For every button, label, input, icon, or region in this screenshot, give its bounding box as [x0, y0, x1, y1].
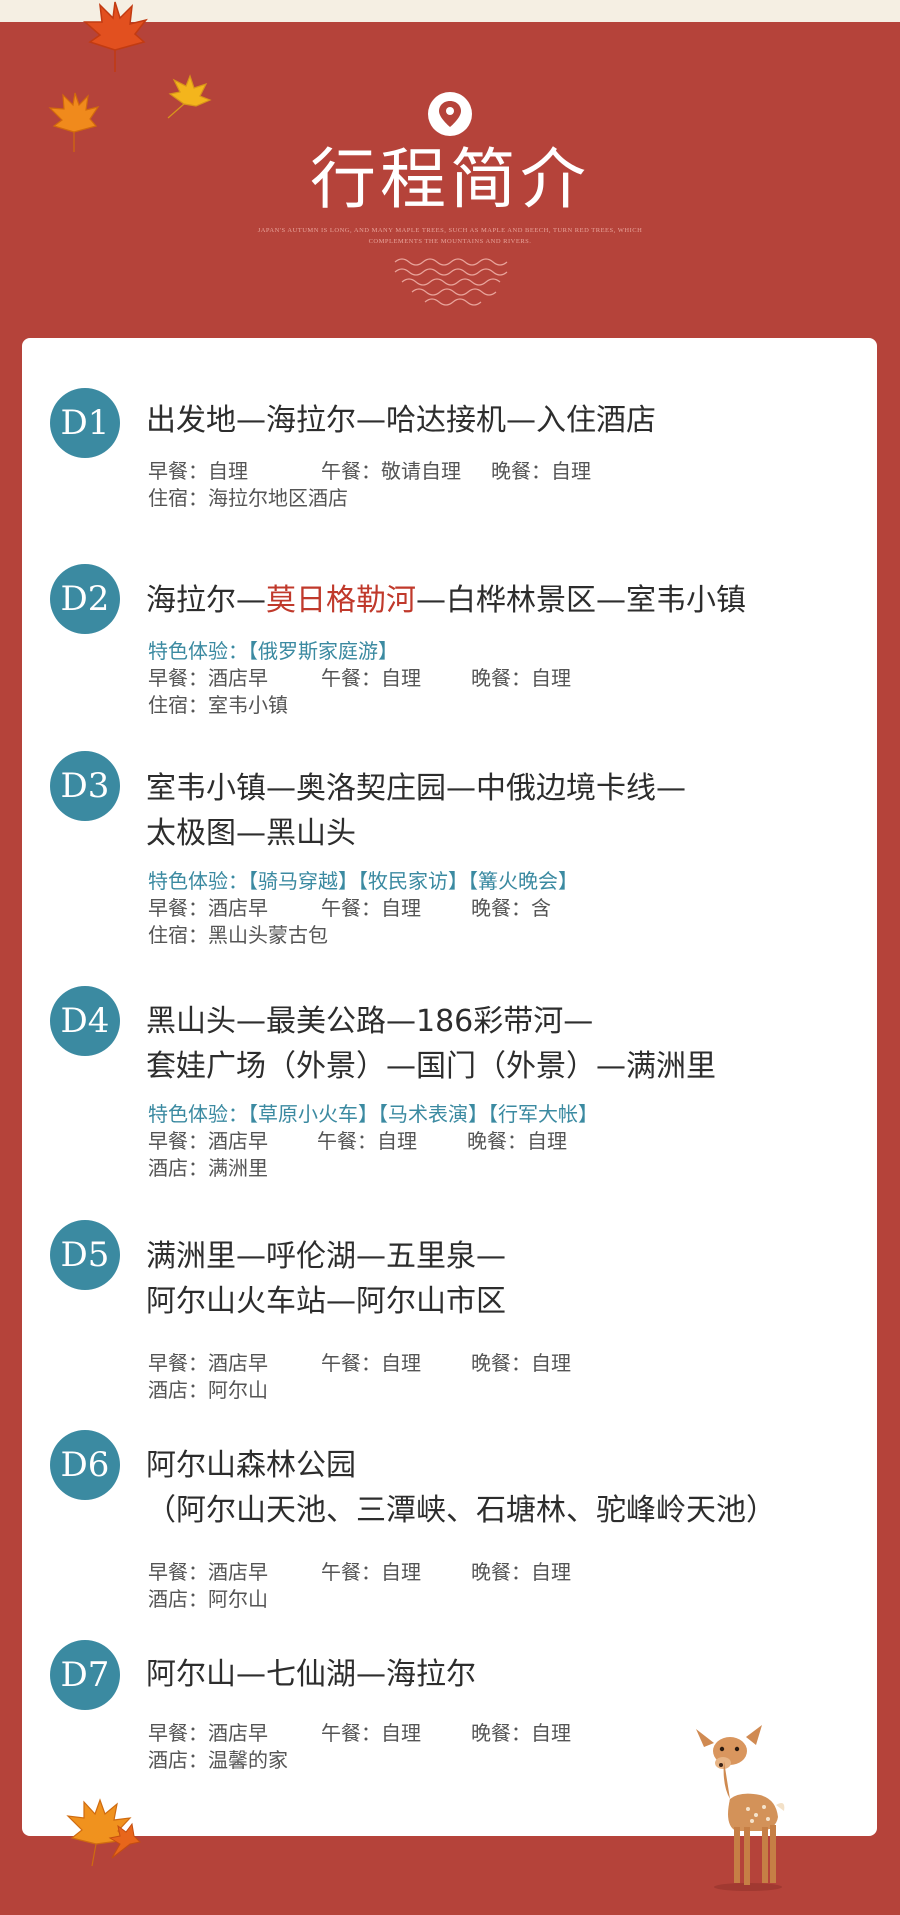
day-badge: D3 — [50, 751, 120, 821]
lunch: 午餐：自理 — [321, 1721, 421, 1745]
stay: 住宿：海拉尔地区酒店 — [148, 486, 348, 510]
route-line: （阿尔山天池、三潭峡、石塘林、驼峰岭天池） — [146, 1493, 776, 1528]
feature-label: 特色体验： — [148, 869, 248, 893]
feature-row: 特色体验：【草原小火车】【马术表演】【行军大帐】 — [148, 1101, 848, 1128]
maple-leaf-icon — [66, 1798, 142, 1867]
day-route: 阿尔山森林公园 （阿尔山天池、三潭峡、石塘林、驼峰岭天池） — [146, 1443, 866, 1533]
breakfast: 早餐：酒店早 — [148, 1129, 268, 1153]
route-line: 室韦小镇—奥洛契庄园—中俄边境卡线— — [146, 771, 686, 806]
day-route: 室韦小镇—奥洛契庄园—中俄边境卡线— 太极图—黑山头 — [146, 766, 866, 856]
stay: 住宿：室韦小镇 — [148, 693, 288, 717]
location-pin-icon — [428, 92, 472, 136]
day-info: 早餐：酒店早 午餐：自理 晚餐：自理 酒店：阿尔山 — [148, 1350, 848, 1404]
lunch: 午餐：自理 — [321, 1351, 421, 1375]
day-info: 早餐：自理 午餐：敬请自理 晚餐：自理 住宿：海拉尔地区酒店 — [148, 458, 848, 512]
day-route: 海拉尔—莫日格勒河—白桦林景区—室韦小镇 — [146, 578, 866, 623]
feature-list: 【草原小火车】【马术表演】【行军大帐】 — [248, 1102, 598, 1126]
dinner: 晚餐：自理 — [471, 666, 571, 690]
day-badge: D5 — [50, 1220, 120, 1290]
feature-row: 特色体验：【骑马穿越】【牧民家访】【篝火晚会】 — [148, 868, 848, 895]
route-line: 太极图—黑山头 — [146, 816, 356, 851]
route-line: 套娃广场（外景）—国门（外景）—满洲里 — [146, 1049, 716, 1084]
feature-label: 特色体验： — [148, 1102, 248, 1126]
lunch: 午餐：自理 — [321, 896, 421, 920]
route-highlight: 莫日格勒河 — [266, 583, 416, 618]
route-line: 阿尔山火车站—阿尔山市区 — [146, 1284, 506, 1319]
lunch: 午餐：自理 — [321, 666, 421, 690]
wave-decoration — [394, 258, 508, 306]
meal-row: 早餐：酒店早 午餐：自理 晚餐：自理 — [148, 665, 848, 692]
header: 行程简介 JAPAN'S AUTUMN IS LONG, AND MANY MA… — [0, 22, 900, 337]
route-line: 黑山头—最美公路—186彩带河— — [146, 1004, 594, 1039]
breakfast: 早餐：酒店早 — [148, 1560, 268, 1584]
dinner: 晚餐：自理 — [471, 1351, 571, 1375]
dinner: 晚餐：含 — [471, 896, 551, 920]
route-line: 满洲里—呼伦湖—五里泉— — [146, 1239, 506, 1274]
day-badge: D2 — [50, 564, 120, 634]
day-route: 满洲里—呼伦湖—五里泉— 阿尔山火车站—阿尔山市区 — [146, 1234, 866, 1324]
meal-row: 早餐：酒店早 午餐：自理 晚餐：自理 — [148, 1559, 848, 1586]
day-route: 黑山头—最美公路—186彩带河— 套娃广场（外景）—国门（外景）—满洲里 — [146, 999, 866, 1089]
lunch: 午餐：敬请自理 — [321, 459, 461, 483]
day-info: 特色体验：【骑马穿越】【牧民家访】【篝火晚会】 早餐：酒店早 午餐：自理 晚餐：含 … — [148, 868, 848, 949]
breakfast: 早餐：酒店早 — [148, 1351, 268, 1375]
dinner: 晚餐：自理 — [471, 1721, 571, 1745]
breakfast: 早餐：酒店早 — [148, 896, 268, 920]
feature-list: 【俄罗斯家庭游】 — [248, 639, 398, 663]
feature-row: 特色体验：【俄罗斯家庭游】 — [148, 638, 848, 665]
page-subtitle: JAPAN'S AUTUMN IS LONG, AND MANY MAPLE T… — [257, 227, 643, 245]
day-info: 特色体验：【俄罗斯家庭游】 早餐：酒店早 午餐：自理 晚餐：自理 住宿：室韦小镇 — [148, 638, 848, 719]
breakfast: 早餐：酒店早 — [148, 666, 268, 690]
route-part: —白桦林景区—室韦小镇 — [416, 583, 746, 618]
meal-row: 早餐：酒店早 午餐：自理 晚餐：自理 — [148, 1350, 848, 1377]
day-info: 早餐：酒店早 午餐：自理 晚餐：自理 酒店：阿尔山 — [148, 1559, 848, 1613]
breakfast: 早餐：自理 — [148, 459, 248, 483]
page-title: 行程简介 — [310, 141, 590, 218]
itinerary-card: D1 出发地—海拉尔—哈达接机—入住酒店 早餐：自理 午餐：敬请自理 晚餐：自理 住… — [22, 338, 877, 1836]
stay: 酒店：阿尔山 — [148, 1378, 268, 1402]
stay: 酒店：满洲里 — [148, 1156, 268, 1180]
day-badge: D6 — [50, 1430, 120, 1500]
meal-row: 早餐：酒店早 午餐：自理 晚餐：自理 — [148, 1128, 848, 1155]
day-badge: D1 — [50, 388, 120, 458]
stay: 酒店：阿尔山 — [148, 1587, 268, 1611]
lunch: 午餐：自理 — [317, 1129, 417, 1153]
lunch: 午餐：自理 — [321, 1560, 421, 1584]
route-part: 海拉尔— — [146, 583, 266, 618]
day-badge: D7 — [50, 1640, 120, 1710]
deer-illustration — [696, 1725, 785, 1891]
dinner: 晚餐：自理 — [467, 1129, 567, 1153]
feature-label: 特色体验： — [148, 639, 248, 663]
breakfast: 早餐：酒店早 — [148, 1721, 268, 1745]
day-route: 阿尔山—七仙湖—海拉尔 — [146, 1657, 476, 1692]
dinner: 晚餐：自理 — [491, 459, 591, 483]
meal-row: 早餐：酒店早 午餐：自理 晚餐：含 — [148, 895, 848, 922]
route-line: 阿尔山森林公园 — [146, 1448, 356, 1483]
feature-list: 【骑马穿越】【牧民家访】【篝火晚会】 — [248, 869, 578, 893]
stay: 住宿：黑山头蒙古包 — [148, 923, 328, 947]
meal-row: 早餐：自理 午餐：敬请自理 晚餐：自理 — [148, 458, 848, 485]
dinner: 晚餐：自理 — [471, 1560, 571, 1584]
day-route: 出发地—海拉尔—哈达接机—入住酒店 — [146, 403, 656, 438]
day-badge: D4 — [50, 986, 120, 1056]
day-info: 特色体验：【草原小火车】【马术表演】【行军大帐】 早餐：酒店早 午餐：自理 晚餐：自… — [148, 1101, 848, 1182]
